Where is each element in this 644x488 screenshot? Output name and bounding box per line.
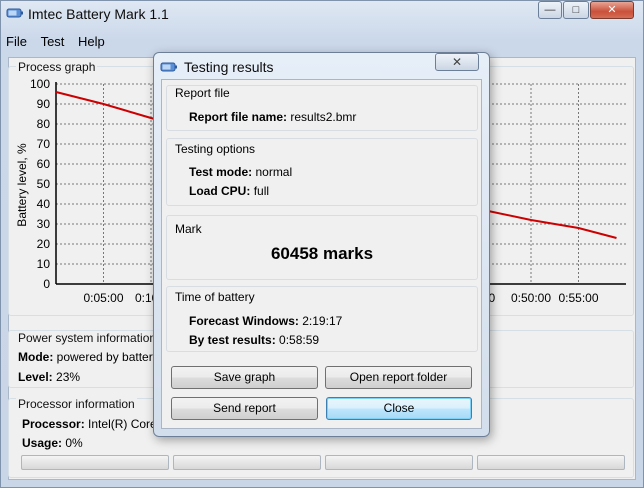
y-tick-label: 50 [37, 177, 51, 191]
battery-icon [160, 62, 177, 72]
power-level: Level: 23% [18, 370, 80, 384]
processor-label: Processor information [16, 397, 137, 411]
mark-value: 60458 marks [270, 244, 374, 263]
close-dialog-button[interactable]: Close [326, 397, 472, 420]
report-file-key: Report file name: [189, 110, 288, 124]
y-tick-label: 60 [37, 157, 51, 171]
forecast-windows-row: Forecast Windows: 2:19:17 [189, 314, 342, 328]
y-tick-label: 30 [37, 217, 51, 231]
usage-value: 0% [65, 436, 83, 450]
y-tick-label: 0 [43, 277, 50, 291]
report-file-value: results2.bmr [290, 110, 357, 124]
cpu-core-bar-2 [173, 455, 321, 470]
mark-label: Mark [175, 222, 202, 236]
test-mode-row: Test mode: normal [189, 165, 292, 179]
load-cpu-row: Load CPU: full [189, 184, 269, 198]
power-mode-key: Mode: [18, 350, 54, 364]
open-report-folder-button[interactable]: Open report folder [325, 366, 472, 389]
time-of-battery-label: Time of battery [175, 290, 255, 304]
processor-name: Processor: Intel(R) Core( [22, 417, 161, 431]
save-graph-button[interactable]: Save graph [171, 366, 318, 389]
report-file-label: Report file [175, 86, 230, 100]
usage-key: Usage: [22, 436, 63, 450]
load-cpu-value: full [253, 184, 270, 198]
y-tick-label: 90 [37, 97, 51, 111]
processor-usage: Usage: 0% [22, 436, 83, 450]
close-button[interactable]: ✕ [590, 1, 634, 19]
by-test-results-value: 0:58:59 [279, 333, 320, 347]
y-tick-label: 10 [37, 257, 51, 271]
x-tick-label: 0:55:00 [558, 291, 598, 305]
menu-help[interactable]: Help [76, 34, 107, 49]
by-test-results-row: By test results: 0:58:59 [189, 333, 319, 347]
load-cpu-key: Load CPU: [189, 184, 251, 198]
processor-key: Processor: [22, 417, 85, 431]
power-label: Power system information [16, 331, 159, 345]
battery-icon [6, 8, 23, 18]
menu-bar: File Test Help [4, 34, 113, 52]
process-graph-label: Process graph [16, 60, 98, 74]
y-tick-labels: 1009080706050403020100 [30, 77, 50, 291]
x-tick-label: 0:50:00 [511, 291, 551, 305]
forecast-windows-key: Forecast Windows: [189, 314, 299, 328]
testing-options-label: Testing options [175, 142, 256, 156]
test-mode-key: Test mode: [189, 165, 253, 179]
y-tick-label: 40 [37, 197, 51, 211]
forecast-windows-value: 2:19:17 [302, 314, 343, 328]
power-level-value: 23% [56, 370, 81, 384]
power-mode-value: powered by battery [56, 350, 159, 364]
dialog-close-button[interactable]: ✕ [435, 53, 479, 71]
cpu-core-bar-3 [325, 455, 473, 470]
processor-value: Intel(R) Core( [88, 417, 161, 431]
test-mode-value: normal [255, 165, 293, 179]
menu-file[interactable]: File [4, 34, 29, 49]
power-mode: Mode: powered by battery [18, 350, 159, 364]
dialog-title: Testing results [184, 59, 274, 75]
y-tick-label: 20 [37, 237, 51, 251]
cpu-core-bar-4 [477, 455, 625, 470]
send-report-button[interactable]: Send report [171, 397, 318, 420]
window-title: Imtec Battery Mark 1.1 [28, 6, 169, 22]
y-tick-label: 70 [37, 137, 51, 151]
x-tick-label: 0:05:00 [83, 291, 123, 305]
power-level-key: Level: [18, 370, 53, 384]
y-tick-label: 100 [30, 77, 50, 91]
minimize-button[interactable]: — [538, 1, 562, 19]
cpu-core-bar-1 [21, 455, 169, 470]
report-file-row: Report file name: results2.bmr [189, 110, 356, 124]
by-test-results-key: By test results: [189, 333, 276, 347]
y-tick-label: 80 [37, 117, 51, 131]
menu-test[interactable]: Test [39, 34, 67, 49]
maximize-button[interactable]: □ [563, 1, 589, 19]
y-axis-label: Battery level, % [15, 143, 29, 227]
